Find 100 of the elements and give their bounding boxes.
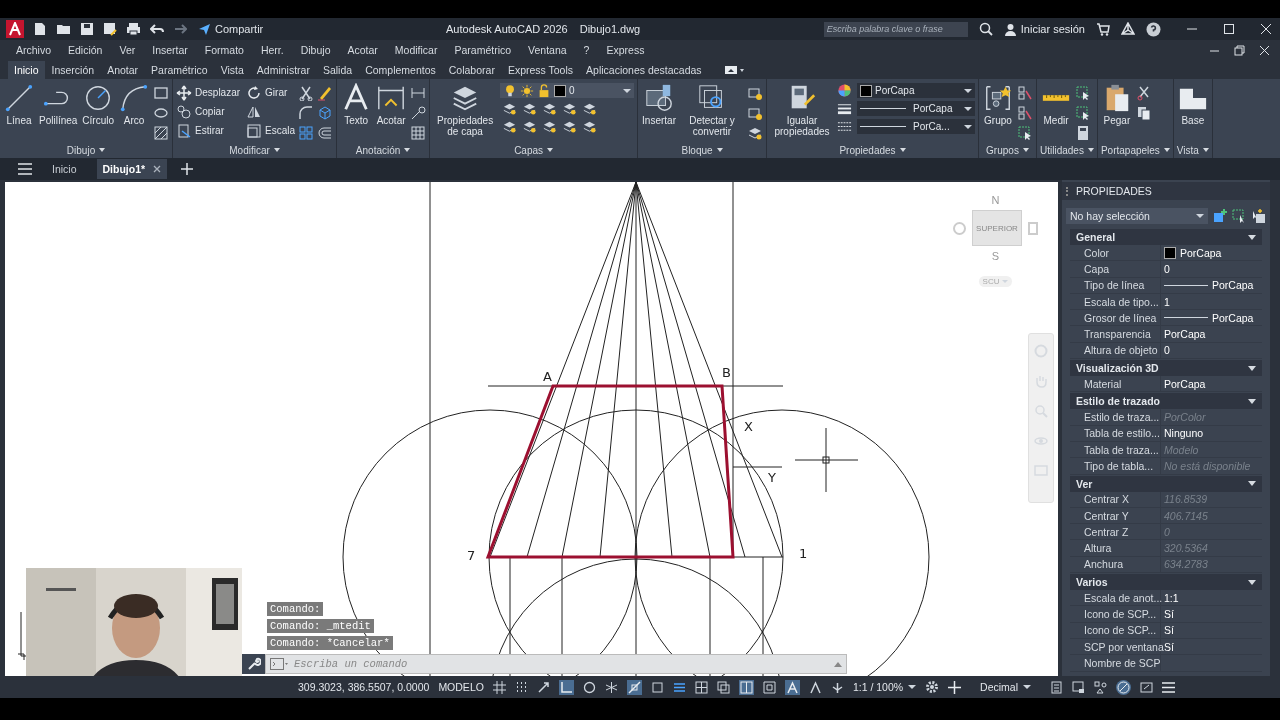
lock-ui-icon[interactable] [1072, 680, 1086, 694]
command-input[interactable]: Escriba un comando [292, 657, 830, 671]
ribbon-tool-button[interactable]: Insertar [641, 83, 677, 127]
caret-icon[interactable] [899, 148, 906, 152]
ribbon-tool-button[interactable]: Base [1176, 83, 1209, 127]
ribbon-tab[interactable]: Salida [316, 60, 359, 79]
isometric-icon[interactable] [604, 680, 618, 694]
save-as-icon[interactable] [103, 22, 117, 36]
ribbon-tool-button[interactable]: Círculo [81, 83, 116, 127]
property-value[interactable]: PorCapa [1161, 326, 1262, 342]
menu-item[interactable]: Edición [68, 44, 103, 56]
file-tab[interactable]: Dibujo1* [96, 159, 168, 179]
cube-icon[interactable] [317, 105, 334, 121]
quick-properties-icon[interactable] [1050, 680, 1064, 694]
property-value[interactable]: PorCapa [1161, 245, 1262, 261]
block-edit-icon[interactable] [747, 105, 763, 121]
caret-icon[interactable] [1163, 148, 1170, 152]
property-value[interactable]: PorCapa [1161, 310, 1262, 326]
group-select-icon[interactable] [1017, 105, 1033, 121]
ribbon-tool-button[interactable]: Polilínea [38, 83, 79, 127]
layer-tool-icon[interactable] [522, 119, 538, 134]
ribbon-tab[interactable]: Paramétrico [145, 60, 214, 79]
object-snap-track-icon[interactable] [738, 679, 754, 695]
ribbon-tool-button[interactable]: Propiedades de capa [433, 83, 498, 138]
calculator-icon[interactable] [1075, 125, 1091, 141]
lineweight-icon[interactable] [837, 101, 852, 116]
auto-scale-icon[interactable] [808, 680, 822, 694]
menu-item[interactable]: Dibujo [300, 44, 331, 56]
ribbon-tool-button[interactable]: Pegar [1100, 83, 1133, 127]
help-icon[interactable] [1146, 21, 1161, 37]
menu-item[interactable]: Formato [204, 44, 244, 56]
menu-item[interactable]: Insertar [152, 44, 188, 56]
cursor-icon[interactable] [536, 680, 550, 694]
add-icon[interactable] [181, 163, 194, 175]
selection-dropdown[interactable]: No hay selección [1066, 208, 1208, 224]
units-dropdown[interactable]: Decimal [970, 681, 1042, 693]
layer-tool-icon[interactable] [542, 101, 558, 116]
layer-tool-icon[interactable] [502, 101, 518, 116]
stretch-icon[interactable] [176, 122, 193, 139]
terminal-icon[interactable] [270, 658, 288, 670]
cursor-select-icon[interactable] [1075, 105, 1091, 121]
maximize-icon[interactable] [1223, 23, 1235, 35]
ribbon-tool-button[interactable]: Arco [118, 83, 151, 127]
leader-icon[interactable] [410, 105, 427, 121]
offset-icon[interactable] [317, 125, 334, 141]
sign-in-button[interactable]: Iniciar sesión [1003, 22, 1085, 36]
line-icon[interactable] [4, 83, 34, 113]
isolate-icon[interactable] [1094, 680, 1108, 694]
panel-title[interactable]: Modificar [229, 144, 270, 156]
rotate-icon[interactable] [246, 84, 263, 101]
clean-screen-icon[interactable] [1140, 680, 1154, 694]
property-value[interactable]: 1:1 [1161, 590, 1262, 606]
ribbon-tab[interactable]: Inserción [45, 60, 101, 79]
section-header[interactable]: General [1070, 229, 1262, 245]
ellipse-icon[interactable] [153, 105, 170, 121]
menu-item[interactable]: Ventana [528, 44, 567, 56]
property-value[interactable]: PorCapa [1161, 277, 1262, 293]
layer-tool-icon[interactable] [542, 119, 558, 134]
redo-icon[interactable] [173, 22, 187, 36]
restore-icon[interactable] [1234, 44, 1245, 56]
caret-icon[interactable] [1022, 148, 1029, 152]
grid-icon[interactable] [492, 680, 506, 694]
app-logo-icon[interactable] [6, 20, 24, 38]
panel-title[interactable]: Vista [1176, 144, 1199, 156]
group-icon[interactable] [983, 83, 1013, 113]
search-field[interactable]: Escriba palabra clave o frase [823, 21, 968, 37]
toggle-pickadd-icon[interactable] [1251, 209, 1265, 223]
ribbon-tool-button[interactable]: Texto [340, 83, 373, 127]
new-file-icon[interactable] [33, 22, 47, 36]
square-icon[interactable] [650, 680, 664, 694]
copy-icon[interactable] [1135, 105, 1152, 121]
panel-title[interactable]: Utilidades [1040, 144, 1084, 156]
property-dropdown[interactable]: PorCa... [857, 119, 975, 134]
quick-select-icon[interactable] [1213, 209, 1227, 223]
ribbon-tab[interactable]: Express Tools [501, 60, 580, 79]
ribbon-tool-button[interactable]: Detectar y convertir [680, 83, 744, 138]
search-icon[interactable] [978, 22, 993, 36]
polar-icon[interactable] [582, 680, 596, 694]
pencil-icon[interactable] [317, 85, 334, 101]
annotation-scale-icon[interactable] [830, 680, 844, 694]
ortho-icon[interactable] [558, 679, 574, 695]
copy-icon[interactable] [176, 103, 193, 120]
plus-icon[interactable] [948, 680, 962, 694]
table-icon[interactable] [410, 125, 427, 141]
fillet-icon[interactable] [298, 105, 315, 121]
layer-tool-icon[interactable] [522, 101, 538, 116]
folder-icon[interactable] [56, 22, 71, 36]
section-header[interactable]: Estilo de trazado [1070, 393, 1262, 410]
group-select-icon[interactable] [1017, 85, 1033, 101]
dynamic-ucs-icon[interactable] [762, 680, 776, 694]
caret-icon[interactable] [547, 148, 554, 152]
annotation-scale-dropdown[interactable]: 1:1 / 100% [852, 681, 917, 693]
section-header[interactable]: Visualización 3D [1070, 360, 1262, 377]
lineweight-icon[interactable] [672, 680, 686, 694]
menu-item[interactable]: Archivo [16, 44, 51, 56]
property-value[interactable]: 1 [1161, 293, 1262, 310]
scissors-icon[interactable] [298, 85, 315, 101]
cursor-select-icon[interactable] [1017, 125, 1033, 141]
ribbon-tab[interactable]: Vista [214, 60, 250, 79]
scissors-icon[interactable] [1135, 85, 1152, 101]
